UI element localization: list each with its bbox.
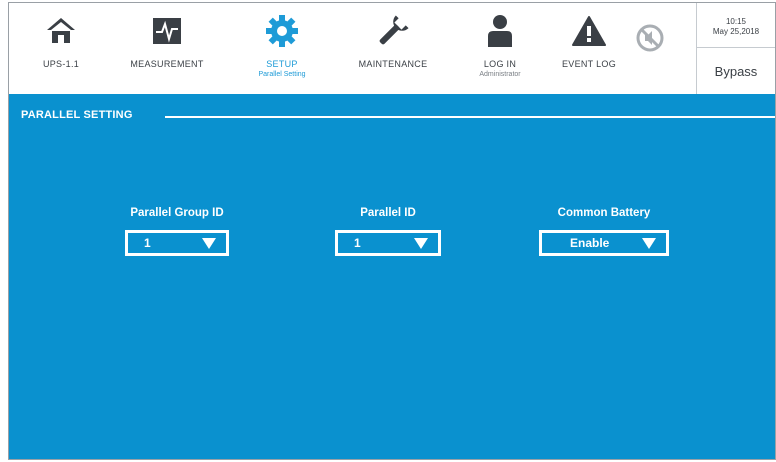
common-battery-value: Enable	[570, 236, 610, 250]
common-battery-field: Common Battery Enable	[504, 207, 704, 277]
mute-icon[interactable]	[635, 23, 665, 53]
measurement-icon	[147, 11, 187, 51]
top-navigation-bar: UPS-1.1 MEASUREMENT SETUP Parallel Setti…	[9, 3, 775, 94]
parallel-group-id-select[interactable]: 1	[125, 230, 229, 256]
parallel-setting-panel: PARALLEL SETTING Parallel Group ID 1 Par…	[9, 94, 775, 459]
parallel-group-id-field: Parallel Group ID 1	[77, 207, 277, 277]
nav-login-label: LOG IN	[483, 59, 517, 69]
user-icon	[480, 11, 520, 51]
section-title: PARALLEL SETTING	[21, 109, 133, 121]
parallel-group-id-value: 1	[144, 236, 151, 250]
ups-mode-status: Bypass	[714, 64, 758, 79]
time-text: 10:15	[725, 17, 747, 26]
nav-setup-label: SETUP	[266, 59, 298, 69]
datetime-display: 10:15 May 25,2018	[697, 3, 775, 48]
nav-measurement[interactable]: MEASUREMENT	[107, 11, 227, 91]
parallel-id-value: 1	[354, 236, 361, 250]
parallel-id-field: Parallel ID 1	[288, 207, 488, 277]
dropdown-arrow-icon	[202, 237, 216, 249]
dropdown-arrow-icon	[642, 237, 656, 249]
gear-icon	[262, 11, 302, 51]
nav-ups[interactable]: UPS-1.1	[1, 11, 121, 91]
nav-event-log-label: EVENT LOG	[561, 59, 617, 69]
wrench-icon	[373, 11, 413, 51]
section-divider	[165, 116, 775, 118]
app-window: UPS-1.1 MEASUREMENT SETUP Parallel Setti…	[8, 2, 776, 460]
dropdown-arrow-icon	[414, 237, 428, 249]
date-text: May 25,2018	[712, 27, 760, 36]
parallel-id-label: Parallel ID	[360, 207, 416, 219]
nav-setup-sublabel: Parallel Setting	[258, 71, 306, 78]
nav-setup[interactable]: SETUP Parallel Setting	[222, 11, 342, 91]
parallel-group-id-label: Parallel Group ID	[130, 207, 224, 219]
nav-event-log[interactable]: EVENT LOG	[529, 11, 649, 91]
warning-icon	[569, 11, 609, 51]
parallel-id-select[interactable]: 1	[335, 230, 441, 256]
home-icon	[41, 11, 81, 51]
nav-maintenance[interactable]: MAINTENANCE	[333, 11, 453, 91]
common-battery-label: Common Battery	[557, 207, 651, 219]
common-battery-select[interactable]: Enable	[539, 230, 669, 256]
status-panel: 10:15 May 25,2018 Bypass	[696, 3, 775, 94]
nav-maintenance-label: MAINTENANCE	[358, 59, 428, 69]
nav-measurement-label: MEASUREMENT	[130, 59, 204, 69]
nav-login-sublabel: Administrator	[479, 71, 521, 78]
nav-ups-label: UPS-1.1	[42, 59, 80, 69]
